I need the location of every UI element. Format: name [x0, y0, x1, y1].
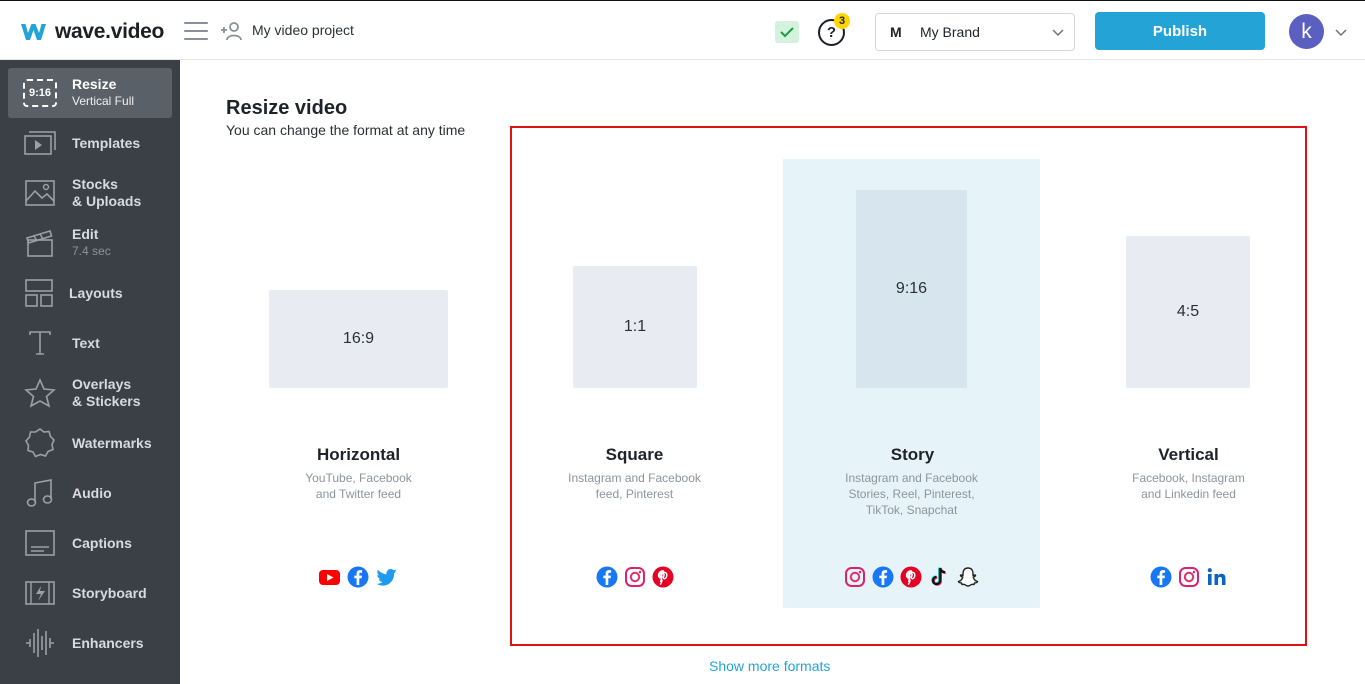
social-icons	[230, 566, 487, 588]
sidebar-item-sub: 7.4 sec	[72, 244, 111, 258]
pinterest-icon	[652, 566, 673, 588]
saved-status	[775, 21, 799, 43]
facebook-icon	[347, 566, 369, 588]
format-desc: Instagram and Facebook feed, Pinterest	[568, 471, 701, 501]
tiktok-icon	[930, 567, 946, 586]
star-icon	[24, 378, 56, 408]
snapchat-icon	[957, 567, 978, 587]
menu-icon[interactable]	[184, 22, 208, 40]
format-desc: Instagram and Facebook Stories, Reel, Pin…	[845, 471, 978, 517]
show-more-formats-link[interactable]: Show more formats	[709, 658, 830, 674]
watermark-icon	[25, 428, 55, 458]
check-icon	[780, 27, 794, 38]
sidebar-item-label: Edit	[72, 226, 99, 242]
top-bar: wave.video My video project ? 3 M My Bra…	[0, 0, 1365, 60]
format-desc: Facebook, Instagram and Linkedin feed	[1132, 471, 1245, 501]
social-icons	[783, 566, 1040, 588]
sidebar-item-layouts[interactable]: Layouts	[8, 268, 172, 318]
help-button[interactable]: ? 3	[818, 13, 850, 47]
sidebar-item-sub: Vertical Full	[72, 94, 135, 108]
social-icons	[506, 566, 763, 588]
sidebar-item-label: Templates	[72, 134, 141, 151]
format-name: Story	[890, 445, 935, 464]
pinterest-icon	[900, 566, 921, 588]
publish-button[interactable]: Publish	[1095, 12, 1265, 50]
twitter-icon	[376, 569, 397, 586]
sidebar-item-text[interactable]: Text	[8, 318, 172, 368]
format-name: Horizontal	[316, 445, 401, 464]
sidebar-item-label: Captions	[72, 534, 132, 551]
format-name: Square	[605, 445, 664, 464]
sidebar-item-enhancers[interactable]: Enhancers	[8, 618, 172, 668]
sidebar-item-label: Watermarks	[72, 434, 152, 451]
instagram-icon	[844, 567, 865, 587]
instagram-icon	[1178, 567, 1199, 587]
layouts-icon	[24, 279, 53, 307]
facebook-icon	[1150, 566, 1171, 588]
social-icons	[1060, 566, 1317, 588]
sidebar-item-label: Storyboard	[72, 584, 147, 601]
clapper-icon	[26, 230, 53, 257]
brand-initial: M	[890, 24, 902, 40]
storyboard-icon	[25, 581, 55, 605]
chevron-down-icon[interactable]	[1335, 27, 1347, 37]
sidebar-item-captions[interactable]: Captions	[8, 518, 172, 568]
sidebar-item-label: Stocks	[72, 176, 118, 192]
linkedin-icon	[1207, 568, 1225, 585]
wave-logo-icon	[21, 24, 46, 40]
text-icon	[29, 331, 51, 355]
sidebar-item-resize[interactable]: 9:16 Resize Vertical Full	[8, 68, 172, 118]
sidebar-item-watermarks[interactable]: Watermarks	[8, 418, 172, 468]
sidebar-item-label: Layouts	[69, 284, 123, 301]
waveform-icon	[26, 629, 54, 657]
brand-name: My Brand	[920, 24, 980, 40]
captions-icon	[25, 530, 55, 556]
sidebar-item-label: Resize	[72, 76, 117, 92]
format-name: Vertical	[1158, 445, 1219, 464]
logo[interactable]: wave.video	[20, 20, 164, 44]
sidebar-item-label: Enhancers	[72, 634, 144, 651]
sidebar-item-templates[interactable]: Templates	[8, 118, 172, 168]
brand-select[interactable]: M My Brand	[875, 13, 1075, 51]
sidebar-item-label-2: & Uploads	[72, 193, 142, 209]
format-preview: 9:16	[856, 190, 967, 388]
image-icon	[25, 180, 55, 206]
logo-text: wave.video	[55, 20, 165, 43]
sidebar-item-audio[interactable]: Audio	[8, 468, 172, 518]
sidebar-item-label-2: & Stickers	[72, 393, 141, 409]
instagram-icon	[624, 567, 645, 587]
page-subtitle: You can change the format at any time	[226, 122, 466, 138]
format-preview: 4:5	[1126, 236, 1250, 388]
music-icon	[26, 479, 53, 507]
sidebar-item-edit[interactable]: Edit 7.4 sec	[8, 218, 172, 268]
templates-icon	[24, 131, 56, 155]
youtube-icon	[319, 570, 340, 585]
facebook-icon	[596, 566, 617, 588]
facebook-icon	[872, 566, 893, 588]
sidebar: 9:16 Resize Vertical Full Templates Stock…	[0, 60, 180, 684]
project-name[interactable]: My video project	[252, 22, 354, 38]
format-preview: 16:9	[269, 290, 448, 388]
help-count-badge: 3	[834, 13, 850, 29]
format-preview: 1:1	[573, 266, 697, 388]
sidebar-item-label: Audio	[72, 484, 112, 501]
sidebar-item-label: Overlays	[72, 376, 132, 392]
sidebar-item-overlays[interactable]: Overlays & Stickers	[8, 368, 172, 418]
chevron-down-icon	[1052, 29, 1064, 37]
page-title: Resize video	[226, 97, 348, 119]
avatar[interactable]: k	[1289, 14, 1324, 49]
sidebar-item-storyboard[interactable]: Storyboard	[8, 568, 172, 618]
sidebar-item-stocks[interactable]: Stocks & Uploads	[8, 168, 172, 218]
format-desc: YouTube, Facebook and Twitter feed	[305, 471, 412, 501]
resize-icon: 9:16	[23, 79, 57, 107]
add-user-icon[interactable]	[220, 21, 244, 41]
sidebar-item-label: Text	[72, 334, 100, 351]
